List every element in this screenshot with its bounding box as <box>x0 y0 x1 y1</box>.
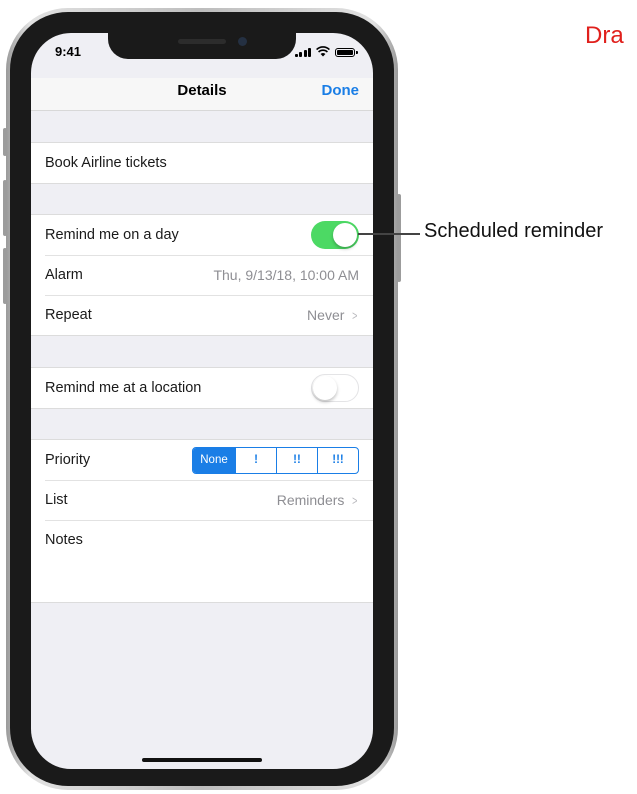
callout-line <box>358 233 420 235</box>
side-button <box>397 194 401 282</box>
remind-day-label: Remind me on a day <box>45 227 179 243</box>
schedule-group: Remind me on a day Alarm Thu, 9/13/18, 1… <box>31 214 373 336</box>
notes-row[interactable]: Notes <box>31 520 373 602</box>
remind-location-toggle[interactable] <box>311 374 359 402</box>
mute-switch <box>3 128 7 156</box>
details-group: Priority None ! !! !!! List Reminders > … <box>31 439 373 603</box>
priority-option-none[interactable]: None <box>193 447 235 473</box>
chevron-right-icon: > <box>352 492 358 508</box>
speaker-grille <box>178 39 226 44</box>
phone-screen: 9:41 Details Done Book Airline tickets R… <box>31 33 373 769</box>
repeat-row[interactable]: Repeat Never > <box>31 295 373 335</box>
volume-up-button <box>3 180 7 236</box>
alarm-row[interactable]: Alarm Thu, 9/13/18, 10:00 AM <box>31 255 373 295</box>
alarm-value: Thu, 9/13/18, 10:00 AM <box>213 267 359 283</box>
remind-day-toggle[interactable] <box>311 221 359 249</box>
priority-label: Priority <box>45 452 91 468</box>
callout-label: Scheduled reminder <box>424 220 603 242</box>
toggle-knob <box>313 375 337 400</box>
priority-option-medium[interactable]: !! <box>276 447 317 473</box>
task-title-text: Book Airline tickets <box>45 155 167 171</box>
chevron-right-icon: > <box>352 307 358 323</box>
remind-day-row: Remind me on a day <box>31 215 373 255</box>
task-title-field[interactable]: Book Airline tickets <box>31 143 373 183</box>
done-button[interactable]: Done <box>322 82 360 99</box>
priority-row: Priority None ! !! !!! <box>31 440 373 480</box>
status-time: 9:41 <box>55 44 82 59</box>
home-indicator <box>142 758 262 762</box>
repeat-label: Repeat <box>45 307 92 323</box>
wifi-icon <box>316 46 330 57</box>
notch <box>108 33 296 59</box>
title-group: Book Airline tickets <box>31 142 373 184</box>
battery-icon <box>335 48 358 57</box>
priority-option-high[interactable]: !!! <box>317 447 358 473</box>
list-label: List <box>45 492 68 508</box>
signal-icon <box>294 47 311 57</box>
status-icons <box>294 45 358 57</box>
list-row[interactable]: List Reminders > <box>31 480 373 520</box>
remind-location-row: Remind me at a location <box>31 368 373 408</box>
corner-label: Dra <box>585 22 624 49</box>
remind-location-label: Remind me at a location <box>45 380 202 396</box>
list-value: Reminders <box>276 492 345 508</box>
location-group: Remind me at a location <box>31 367 373 409</box>
front-camera <box>238 37 247 46</box>
priority-segmented-control: None ! !! !!! <box>192 446 359 474</box>
repeat-value: Never <box>307 307 345 323</box>
volume-down-button <box>3 248 7 304</box>
priority-option-low[interactable]: ! <box>235 447 276 473</box>
navigation-bar: Details Done <box>31 78 373 111</box>
toggle-knob <box>333 223 357 247</box>
notes-label: Notes <box>45 532 83 548</box>
alarm-label: Alarm <box>45 267 83 283</box>
